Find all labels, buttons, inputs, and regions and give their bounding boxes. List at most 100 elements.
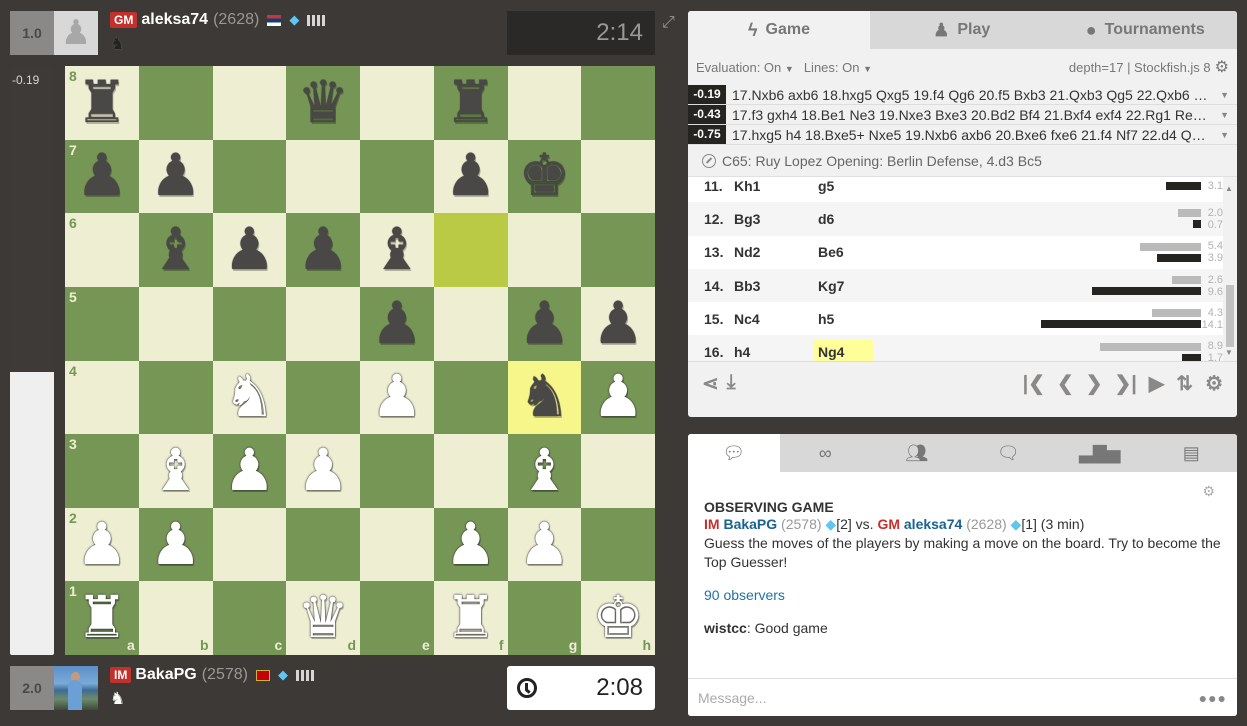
engine-line[interactable]: -0.43 17.f3 gxh4 18.Be1 Ne3 19.Nxe3 Bxe3 … xyxy=(688,105,1237,125)
black-move[interactable]: g5 xyxy=(813,177,873,198)
square-f4[interactable] xyxy=(433,360,508,435)
last-move-icon[interactable]: ❯| xyxy=(1115,371,1137,396)
white-move[interactable]: Nc4 xyxy=(734,311,818,327)
square-d2[interactable] xyxy=(286,507,360,582)
square-g1[interactable]: g xyxy=(507,581,582,655)
square-a4[interactable]: 4 xyxy=(65,360,139,435)
square-c5[interactable] xyxy=(212,286,287,361)
engine-line-moves[interactable]: 17.hxg5 h4 18.Bxe5+ Nxe5 19.Nxb6 axb6 20… xyxy=(732,127,1210,143)
square-f7[interactable]: ♟ xyxy=(433,139,508,214)
square-d3[interactable]: ♟ xyxy=(286,434,360,508)
white-bishop-icon[interactable]: ♝ xyxy=(150,441,202,500)
white-pawn-icon[interactable]: ♟ xyxy=(223,441,275,500)
scroll-up-icon[interactable]: ▲ xyxy=(1225,184,1233,193)
square-a6[interactable]: 6 xyxy=(65,213,139,287)
black-king-icon[interactable]: ♚ xyxy=(518,147,570,205)
square-c8[interactable] xyxy=(212,66,287,140)
black-move[interactable]: h5 xyxy=(813,307,873,331)
black-move[interactable]: Be6 xyxy=(813,240,873,264)
tab-messages[interactable]: 🗨︎ xyxy=(963,434,1055,472)
white-pawn-icon[interactable]: ♟ xyxy=(297,441,349,500)
square-b2[interactable]: ♟ xyxy=(138,507,213,582)
white-player-link[interactable]: BakaPG xyxy=(723,516,777,532)
black-pawn-icon[interactable]: ♟ xyxy=(150,147,202,205)
previous-move-icon[interactable]: ❮ xyxy=(1057,371,1074,396)
black-pawn-icon[interactable]: ♟ xyxy=(518,294,570,353)
square-d7[interactable] xyxy=(286,139,360,214)
chat-settings-gear-icon[interactable]: ⚙ xyxy=(1202,482,1215,501)
square-e1[interactable]: e xyxy=(360,581,434,655)
square-c4[interactable]: ♞ xyxy=(212,360,287,435)
engine-settings-gear-icon[interactable]: ⚙ xyxy=(1215,57,1229,77)
black-pawn-icon[interactable]: ♟ xyxy=(76,147,128,205)
square-f3[interactable] xyxy=(433,434,508,508)
more-options-icon[interactable]: ●●● xyxy=(1199,690,1227,706)
square-b8[interactable] xyxy=(138,66,213,140)
square-g2[interactable]: ♟ xyxy=(507,507,582,582)
square-b7[interactable]: ♟ xyxy=(138,139,213,214)
square-g6[interactable] xyxy=(507,213,582,287)
white-move[interactable]: Bg3 xyxy=(734,211,818,227)
square-a8[interactable]: 8 ♜ xyxy=(65,66,139,140)
white-bishop-icon[interactable]: ♝ xyxy=(518,441,570,500)
caret-down-icon[interactable]: ▼ xyxy=(1220,90,1229,100)
caret-down-icon[interactable]: ▼ xyxy=(1220,110,1229,120)
square-b6[interactable]: ♝ xyxy=(138,213,213,287)
move-list[interactable]: 11. Kh1 g5 3.1 12. Bg3 d6 2.0 0.7 13. Nd2 B… xyxy=(688,177,1237,361)
square-c2[interactable] xyxy=(212,507,287,582)
square-c6[interactable]: ♟ xyxy=(212,213,287,287)
square-e2[interactable] xyxy=(360,507,434,582)
square-h3[interactable] xyxy=(581,434,655,508)
chess-board[interactable]: 8 ♜ ♛ ♜ 7 ♟ ♟ ♟ ♚ 6 ♝ ♟ ♟ ♝ 5 ♟ ♟ ♟ 4 ♞ ♟ ♞ ♟ 3 ♝ ♟ ♟ ♝ 2 ♟ ♟ ♟ ♟ 1 a ♜ b c d ♛… xyxy=(65,66,655,655)
tab-play[interactable]: ♟ Play xyxy=(870,11,1054,49)
bottom-player-name[interactable]: BakaPG xyxy=(135,666,196,684)
chat-message-user[interactable]: wistcc xyxy=(704,620,747,636)
square-h4[interactable]: ♟ xyxy=(581,360,655,435)
engine-line-moves[interactable]: 17.Nxb6 axb6 18.hxg5 Qxg5 19.f4 Qg6 20.f… xyxy=(732,87,1210,103)
top-player-avatar[interactable]: ♟ xyxy=(54,11,98,55)
caret-down-icon[interactable]: ▼ xyxy=(1220,130,1229,140)
square-f6[interactable] xyxy=(433,213,508,287)
black-pawn-icon[interactable]: ♟ xyxy=(297,221,349,279)
square-e8[interactable] xyxy=(360,66,434,140)
bottom-player-avatar[interactable] xyxy=(54,666,98,710)
tab-tournaments[interactable]: ● Tournaments xyxy=(1054,11,1238,49)
tab-observers[interactable]: ∞ xyxy=(780,434,872,472)
square-b5[interactable] xyxy=(138,286,213,361)
square-a2[interactable]: 2 ♟ xyxy=(65,507,139,582)
square-e5[interactable]: ♟ xyxy=(360,286,434,361)
square-h6[interactable] xyxy=(581,213,655,287)
white-pawn-icon[interactable]: ♟ xyxy=(518,515,570,574)
download-icon[interactable]: ⤓ xyxy=(727,371,736,396)
tab-game[interactable]: ϟ Game xyxy=(688,11,870,49)
square-e4[interactable]: ♟ xyxy=(360,360,434,435)
white-knight-icon[interactable]: ♞ xyxy=(223,368,275,426)
tab-archive[interactable]: ▤ xyxy=(1146,434,1238,472)
black-move[interactable]: Kg7 xyxy=(813,274,873,298)
square-g5[interactable]: ♟ xyxy=(507,286,582,361)
top-player-name[interactable]: aleksa74 xyxy=(141,11,208,29)
black-bishop-icon[interactable]: ♝ xyxy=(150,221,202,279)
white-pawn-icon[interactable]: ♟ xyxy=(592,368,644,426)
square-b4[interactable] xyxy=(138,360,213,435)
square-h8[interactable] xyxy=(581,66,655,140)
black-rook-icon[interactable]: ♜ xyxy=(76,73,128,132)
white-pawn-icon[interactable]: ♟ xyxy=(371,368,423,426)
square-a5[interactable]: 5 xyxy=(65,286,139,361)
white-move[interactable]: Bb3 xyxy=(734,278,818,294)
black-move[interactable]: d6 xyxy=(813,207,873,231)
square-d5[interactable] xyxy=(286,286,360,361)
square-a1[interactable]: 1 a ♜ xyxy=(65,581,139,655)
move-list-scrollbar[interactable]: ▲ ▼ xyxy=(1223,177,1237,361)
black-player-link[interactable]: aleksa74 xyxy=(904,516,962,532)
settings-gear-icon[interactable]: ⚙ xyxy=(1205,371,1223,396)
square-g4[interactable]: ♞ xyxy=(507,360,582,435)
black-pawn-icon[interactable]: ♟ xyxy=(592,294,644,353)
square-e6[interactable]: ♝ xyxy=(360,213,434,287)
expand-icon[interactable]: ⤢ xyxy=(662,14,675,32)
black-pawn-icon[interactable]: ♟ xyxy=(223,221,275,279)
next-move-icon[interactable]: ❯ xyxy=(1086,371,1103,396)
message-input[interactable] xyxy=(698,689,1199,706)
square-b1[interactable]: b xyxy=(138,581,213,655)
square-h2[interactable] xyxy=(581,507,655,582)
